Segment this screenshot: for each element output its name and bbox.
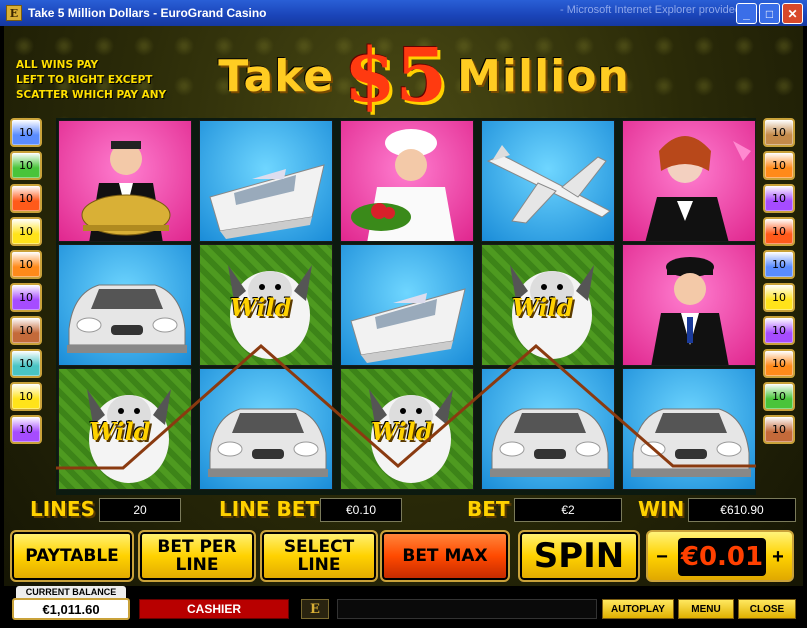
cashier-button[interactable]: CASHIER bbox=[139, 599, 289, 619]
paytable-button[interactable]: PAYTABLE bbox=[10, 530, 134, 582]
game-area: ALL WINS PAY LEFT TO RIGHT EXCEPT SCATTE… bbox=[4, 26, 803, 624]
sports-car-icon bbox=[490, 408, 610, 477]
maximize-button[interactable]: □ bbox=[759, 3, 780, 24]
window-close-button[interactable]: ✕ bbox=[782, 3, 803, 24]
sports-car-icon bbox=[208, 408, 328, 477]
sports-car-icon bbox=[631, 408, 751, 477]
reel-symbol-sports-car bbox=[58, 244, 192, 366]
sports-car-icon bbox=[67, 284, 187, 353]
line-bet-value: €0.10 bbox=[320, 498, 402, 522]
current-balance-label: CURRENT BALANCE bbox=[16, 586, 126, 598]
line-indicator[interactable]: 10 bbox=[10, 217, 42, 246]
line-indicator[interactable]: 10 bbox=[763, 316, 795, 345]
window-controls: _ □ ✕ bbox=[736, 3, 803, 24]
reel-symbol-yacht bbox=[199, 120, 333, 242]
bet-label: BET bbox=[467, 497, 510, 521]
line-indicator[interactable]: 10 bbox=[10, 283, 42, 312]
win-label: WIN bbox=[638, 497, 685, 521]
menu-button[interactable]: MENU bbox=[678, 599, 734, 619]
reel-symbol-wild-dog: Wild bbox=[199, 244, 333, 366]
autoplay-button[interactable]: AUTOPLAY bbox=[602, 599, 674, 619]
line-indicator[interactable]: 10 bbox=[10, 250, 42, 279]
bet-info-bar: LINES 20 LINE BET €0.10 BET €2 WIN €610.… bbox=[4, 495, 803, 525]
reel-symbol-butler bbox=[58, 120, 192, 242]
window-title: Take 5 Million Dollars - EuroGrand Casin… bbox=[28, 6, 267, 20]
reel-symbol-sports-car bbox=[622, 368, 756, 490]
reel-symbol-wild-dog: Wild bbox=[481, 244, 615, 366]
decrease-coin-button[interactable]: − bbox=[652, 544, 672, 570]
reel-symbol-jet bbox=[481, 120, 615, 242]
logo-word-million: Million bbox=[457, 50, 630, 102]
wild-label: Wild bbox=[371, 417, 433, 446]
game-logo: Take $5 Million bbox=[184, 33, 664, 119]
coin-value-display: €0.01 bbox=[678, 538, 766, 576]
lines-value: 20 bbox=[99, 498, 181, 522]
chef-icon bbox=[351, 129, 455, 241]
left-line-indicators: 10 10 10 10 10 10 10 10 10 10 bbox=[10, 118, 44, 444]
line-indicator[interactable]: 10 bbox=[763, 184, 795, 213]
wild-label: Wild bbox=[512, 293, 574, 322]
increase-coin-button[interactable]: + bbox=[768, 544, 788, 570]
line-indicator[interactable]: 10 bbox=[763, 217, 795, 246]
chauffeur-icon bbox=[651, 257, 729, 365]
line-indicator[interactable]: 10 bbox=[10, 151, 42, 180]
minimize-button[interactable]: _ bbox=[736, 3, 757, 24]
win-value: €610.90 bbox=[688, 498, 796, 522]
logo-word-take: Take bbox=[218, 50, 335, 102]
reel-symbol-maid bbox=[622, 120, 756, 242]
wild-label: Wild bbox=[89, 417, 151, 446]
reel-symbol-wild-dog: Wild bbox=[340, 368, 474, 490]
right-line-indicators: 10 10 10 10 10 10 10 10 10 10 bbox=[763, 118, 797, 444]
window-titlebar: E Take 5 Million Dollars - EuroGrand Cas… bbox=[0, 0, 807, 26]
reel-symbol-sports-car bbox=[199, 368, 333, 490]
casino-logo-icon: E bbox=[301, 599, 329, 619]
line-indicator[interactable]: 10 bbox=[10, 382, 42, 411]
butler-icon bbox=[81, 141, 171, 241]
reel-symbol-chef bbox=[340, 120, 474, 242]
select-line-button[interactable]: SELECT LINE bbox=[260, 530, 378, 582]
line-indicator[interactable]: 10 bbox=[10, 184, 42, 213]
reel-symbol-chauffeur bbox=[622, 244, 756, 366]
close-button[interactable]: CLOSE bbox=[738, 599, 796, 619]
line-indicator[interactable]: 10 bbox=[763, 349, 795, 378]
bottom-status-bar: CURRENT BALANCE €1,011.60 CASHIER E AUTO… bbox=[4, 586, 803, 624]
line-indicator[interactable]: 10 bbox=[10, 349, 42, 378]
line-indicator[interactable]: 10 bbox=[10, 415, 42, 444]
bet-value: €2 bbox=[514, 498, 622, 522]
jet-icon bbox=[486, 145, 611, 224]
line-indicator[interactable]: 10 bbox=[10, 118, 42, 147]
line-bet-label: LINE BET bbox=[219, 497, 320, 521]
reel-symbol-wild-dog: Wild bbox=[58, 368, 192, 490]
line-indicator[interactable]: 10 bbox=[763, 250, 795, 279]
rules-line: SCATTER WHICH PAY ANY bbox=[16, 89, 167, 101]
bet-per-line-button[interactable]: BET PER LINE bbox=[138, 530, 256, 582]
line-indicator[interactable]: 10 bbox=[763, 415, 795, 444]
wild-label: Wild bbox=[230, 293, 292, 322]
lines-label: LINES bbox=[30, 497, 95, 521]
message-bar bbox=[337, 599, 597, 619]
rules-text: ALL WINS PAY LEFT TO RIGHT EXCEPT SCATTE… bbox=[16, 58, 166, 103]
app-icon: E bbox=[6, 5, 22, 21]
reel-symbol-yacht bbox=[340, 244, 474, 366]
rules-line: LEFT TO RIGHT EXCEPT bbox=[16, 74, 153, 86]
spin-button[interactable]: SPIN bbox=[518, 530, 640, 582]
background-window-title: - Microsoft Internet Explorer provided b… bbox=[560, 4, 760, 16]
maid-icon bbox=[645, 136, 751, 241]
current-balance-value: €1,011.60 bbox=[12, 598, 130, 620]
bet-max-button[interactable]: BET MAX bbox=[380, 530, 510, 582]
yacht-icon bbox=[350, 288, 466, 363]
line-indicator[interactable]: 10 bbox=[10, 316, 42, 345]
line-indicator[interactable]: 10 bbox=[763, 118, 795, 147]
yacht-icon bbox=[209, 164, 325, 239]
line-indicator[interactable]: 10 bbox=[763, 283, 795, 312]
rules-line: ALL WINS PAY bbox=[16, 59, 99, 71]
line-indicator[interactable]: 10 bbox=[763, 382, 795, 411]
logo-amount: $5 bbox=[344, 33, 448, 119]
line-indicator[interactable]: 10 bbox=[763, 151, 795, 180]
reel-symbol-sports-car bbox=[481, 368, 615, 490]
reels: Wild Wild Wild Wild bbox=[56, 118, 756, 495]
coin-value-control: − €0.01 + bbox=[646, 530, 794, 582]
